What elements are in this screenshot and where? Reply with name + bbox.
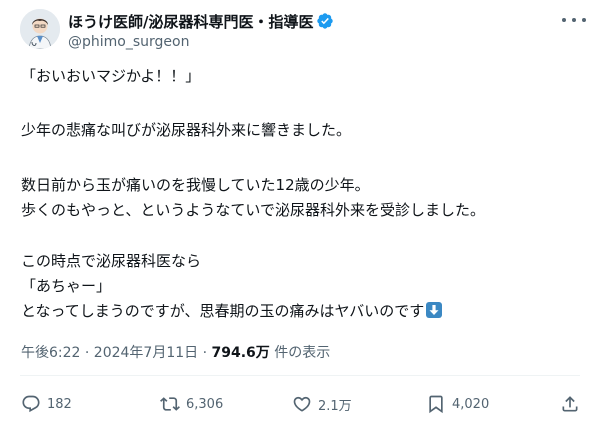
tweet-line: 数日前から玉が痛いのを我慢していた12歳の少年。 bbox=[21, 176, 370, 194]
tweet-line: 少年の悲痛な叫びが泌尿器科外来に響きました。 bbox=[21, 121, 352, 139]
reply-icon bbox=[21, 394, 41, 414]
timestamp[interactable]: 午後6:22 · 2024年7月11日 · bbox=[21, 345, 212, 361]
retweet-button[interactable]: 6,306 bbox=[160, 392, 223, 416]
avatar[interactable] bbox=[20, 9, 60, 49]
tweet-line: 歩くのもやっと、というようなていで泌尿器科外来を受診しました。 bbox=[21, 201, 485, 219]
share-icon bbox=[560, 394, 580, 414]
tweet-line: 「あちゃー」 bbox=[21, 277, 112, 295]
avatar-illustration bbox=[20, 9, 60, 49]
more-options-icon[interactable] bbox=[562, 16, 586, 24]
reply-count: 182 bbox=[47, 396, 72, 412]
like-button[interactable]: 2.1万 bbox=[292, 392, 352, 416]
name-row: ほうけ医師/泌尿器科専門医・指導医 bbox=[68, 10, 334, 32]
divider bbox=[20, 375, 580, 376]
bookmark-count: 4,020 bbox=[452, 396, 490, 412]
retweet-count: 6,306 bbox=[186, 396, 224, 412]
tweet-line: この時点で泌尿器科医なら bbox=[21, 252, 202, 270]
heart-icon bbox=[292, 394, 312, 414]
display-name[interactable]: ほうけ医師/泌尿器科専門医・指導医 bbox=[68, 11, 313, 32]
share-button[interactable] bbox=[560, 392, 580, 416]
bookmark-icon bbox=[426, 394, 446, 414]
verified-badge-icon bbox=[316, 12, 334, 30]
reply-button[interactable]: 182 bbox=[21, 392, 72, 416]
tweet-meta: 午後6:22 · 2024年7月11日 · 794.6万 件の表示 bbox=[21, 342, 330, 362]
tweet-line: となってしまうのですが、思春期の玉の痛みはヤバいのです bbox=[21, 302, 425, 320]
tweet-line-last: となってしまうのですが、思春期の玉の痛みはヤバいのです bbox=[21, 301, 443, 321]
tweet-card: ほうけ医師/泌尿器科専門医・指導医 @phimo_surgeon 「おいおいマジ… bbox=[0, 0, 600, 424]
down-arrow-emoji-icon bbox=[426, 302, 443, 318]
retweet-icon bbox=[160, 394, 180, 414]
author-block: ほうけ医師/泌尿器科専門医・指導医 @phimo_surgeon bbox=[68, 10, 334, 50]
handle[interactable]: @phimo_surgeon bbox=[68, 34, 334, 50]
action-bar: 182 6,306 2.1万 4,020 bbox=[0, 392, 600, 416]
tweet-line: 「おいおいマジかよ！！」 bbox=[21, 67, 201, 85]
views-label: 件の表示 bbox=[269, 345, 331, 361]
bookmark-button[interactable]: 4,020 bbox=[426, 392, 489, 416]
like-count: 2.1万 bbox=[318, 398, 352, 414]
views-count: 794.6万 bbox=[211, 345, 270, 361]
